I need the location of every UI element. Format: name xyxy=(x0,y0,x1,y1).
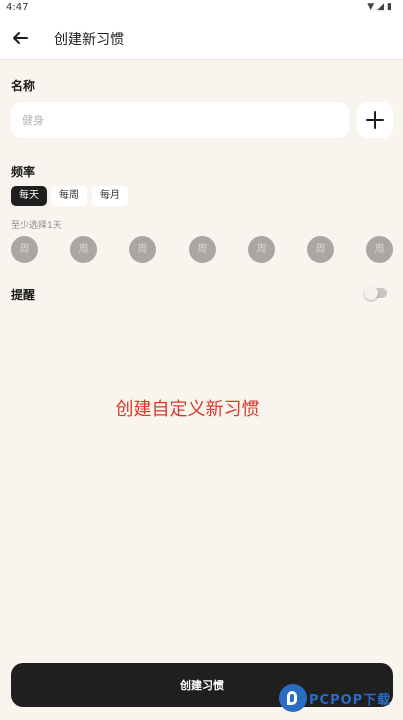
frequency-label: 频率 xyxy=(11,165,36,179)
day-toggle-1[interactable]: 周 xyxy=(11,236,38,263)
app-bar: 创建新习惯 xyxy=(0,16,403,60)
day-toggle-6[interactable]: 周 xyxy=(307,236,334,263)
day-toggle-4[interactable]: 周 xyxy=(189,236,216,263)
status-icons: ▼◢▮ xyxy=(367,2,395,12)
add-button[interactable] xyxy=(357,102,393,138)
reminder-toggle[interactable] xyxy=(364,286,387,300)
signal-icon: ◢ xyxy=(377,2,388,12)
plus-icon xyxy=(366,111,384,129)
reminder-label: 提醒 xyxy=(11,288,36,302)
day-select-hint: 至少选择1天 xyxy=(11,221,62,231)
day-toggle-7[interactable]: 周 xyxy=(366,236,393,263)
status-time: 4:47 xyxy=(6,2,29,13)
status-bar: 4:47 ▼◢▮ xyxy=(0,0,403,16)
watermark-logo-icon xyxy=(279,684,307,712)
toggle-thumb xyxy=(364,286,378,300)
page-title: 创建新习惯 xyxy=(54,32,124,48)
tab-weekly[interactable]: 每周 xyxy=(51,186,87,206)
day-toggle-2[interactable]: 周 xyxy=(70,236,97,263)
day-toggle-5[interactable]: 周 xyxy=(248,236,275,263)
overlay-caption: 创建自定义新习惯 xyxy=(115,399,260,420)
habit-name-input[interactable] xyxy=(11,102,349,138)
tab-monthly[interactable]: 每月 xyxy=(92,186,128,206)
tab-daily[interactable]: 每天 xyxy=(11,186,47,206)
watermark: PCPOP下载 xyxy=(279,682,401,718)
day-toggle-3[interactable]: 周 xyxy=(129,236,156,263)
back-arrow-icon[interactable] xyxy=(10,28,30,48)
wifi-icon: ▼ xyxy=(367,2,378,12)
watermark-text: PCPOP下载 xyxy=(309,693,392,708)
name-label: 名称 xyxy=(11,79,36,93)
battery-icon: ▮ xyxy=(387,2,395,12)
